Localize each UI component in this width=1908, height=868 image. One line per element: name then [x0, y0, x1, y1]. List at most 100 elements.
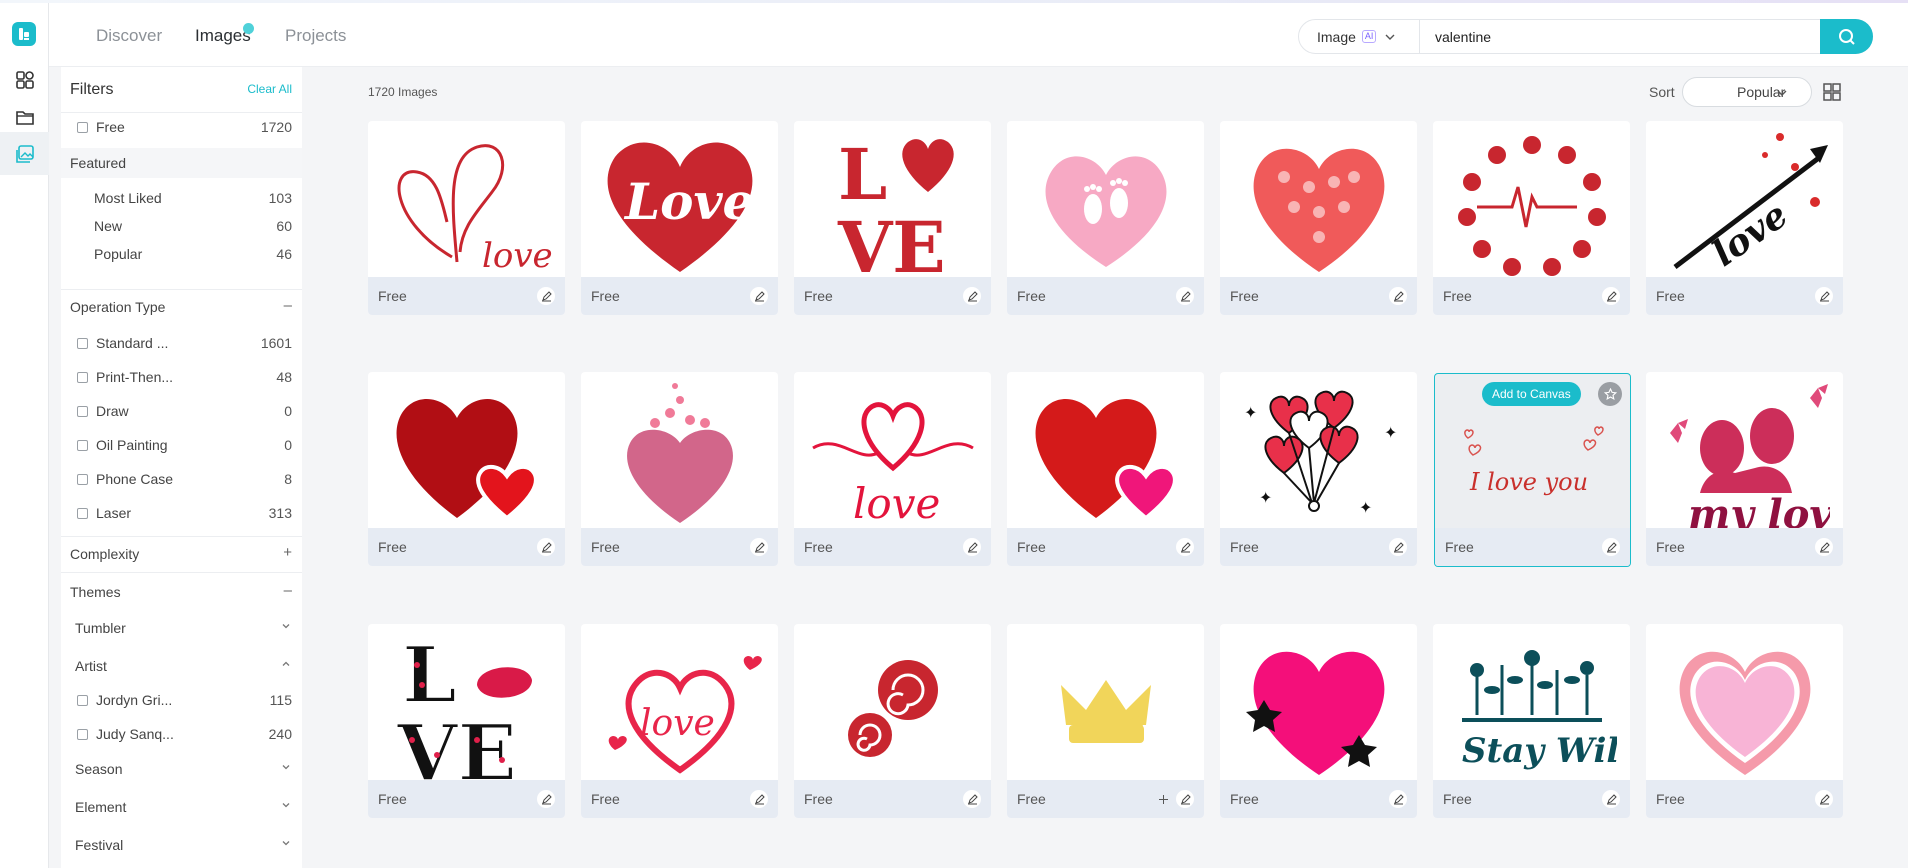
magic-edit-icon[interactable]	[1154, 790, 1172, 808]
collapse-toggle[interactable]: –	[284, 582, 292, 599]
search-button[interactable]	[1820, 19, 1873, 54]
filter-label: Most Liked	[94, 190, 162, 206]
filter-print-then[interactable]: Print-Then... 48	[61, 364, 302, 392]
checkbox[interactable]	[77, 729, 88, 740]
edit-icon[interactable]	[1815, 538, 1833, 556]
image-card[interactable]: Free	[1220, 121, 1417, 315]
edit-icon[interactable]	[1389, 538, 1407, 556]
checkbox[interactable]	[77, 338, 88, 349]
edit-icon[interactable]	[750, 538, 768, 556]
edit-icon[interactable]	[1176, 287, 1194, 305]
theme-festival[interactable]: Festival	[61, 831, 302, 859]
image-card[interactable]: love Free	[1646, 121, 1843, 315]
filter-new[interactable]: New 60	[61, 213, 302, 241]
edit-icon[interactable]	[1815, 790, 1833, 808]
search-type-dropdown[interactable]: Image AI	[1299, 20, 1420, 53]
card-free-label: Free	[1017, 539, 1046, 555]
theme-season[interactable]: Season	[61, 755, 302, 783]
edit-icon[interactable]	[1176, 790, 1194, 808]
checkbox[interactable]	[77, 695, 88, 706]
tab-projects[interactable]: Projects	[285, 26, 346, 46]
card-footer: Free	[1007, 277, 1204, 315]
image-card[interactable]: love Free	[581, 624, 778, 818]
expand-toggle[interactable]: +	[283, 544, 292, 561]
edit-icon[interactable]	[537, 287, 555, 305]
tab-discover[interactable]: Discover	[96, 26, 162, 46]
search-input[interactable]: valentine	[1435, 29, 1491, 45]
filter-label: Draw	[96, 403, 129, 419]
section-complexity[interactable]: Complexity +	[61, 539, 302, 569]
chevron-down-icon	[282, 803, 290, 808]
filter-draw[interactable]: Draw 0	[61, 398, 302, 426]
grid-view-icon[interactable]	[1822, 82, 1842, 102]
checkbox[interactable]	[77, 406, 88, 417]
edit-icon[interactable]	[750, 287, 768, 305]
image-card-hovered[interactable]: I love you Add to Canvas Free	[1434, 373, 1631, 567]
image-card[interactable]: Free	[1220, 624, 1417, 818]
filter-standard[interactable]: Standard ... 1601	[61, 330, 302, 358]
card-image: my love	[1646, 372, 1843, 533]
image-card[interactable]: Free	[1007, 121, 1204, 315]
images-rail-button[interactable]	[0, 132, 49, 175]
svg-text:L: L	[838, 133, 887, 216]
filter-popular[interactable]: Popular 46	[61, 241, 302, 269]
image-card[interactable]: Free	[1007, 624, 1204, 818]
filter-artist-judy[interactable]: Judy Sanq... 240	[61, 721, 302, 749]
image-card[interactable]: ✦ ✦ ✦ ✦ Free	[1220, 372, 1417, 566]
image-card[interactable]: Free	[1646, 624, 1843, 818]
card-image: Stay Wild	[1433, 624, 1630, 785]
edit-icon[interactable]	[537, 538, 555, 556]
filter-free[interactable]: Free 1720	[61, 114, 302, 142]
edit-icon[interactable]	[963, 790, 981, 808]
edit-icon[interactable]	[1389, 790, 1407, 808]
checkbox[interactable]	[77, 474, 88, 485]
filter-laser[interactable]: Laser 313	[61, 500, 302, 528]
image-card[interactable]: love Free	[368, 121, 565, 315]
filter-artist-jordyn[interactable]: Jordyn Gri... 115	[61, 687, 302, 715]
image-card[interactable]: my love Free	[1646, 372, 1843, 566]
filter-label: Print-Then...	[96, 369, 174, 385]
section-themes[interactable]: Themes –	[61, 577, 302, 607]
image-card[interactable]: Free	[794, 624, 991, 818]
theme-element[interactable]: Element	[61, 793, 302, 821]
edit-icon[interactable]	[1176, 538, 1194, 556]
sort-dropdown[interactable]: Popular	[1682, 77, 1812, 107]
checkbox[interactable]	[77, 508, 88, 519]
filter-label: Phone Case	[96, 471, 174, 487]
edit-icon[interactable]	[1602, 790, 1620, 808]
image-card[interactable]: L VE Free	[368, 624, 565, 818]
checkbox[interactable]	[77, 372, 88, 383]
edit-icon[interactable]	[750, 790, 768, 808]
app-logo-icon[interactable]	[12, 22, 36, 46]
edit-icon[interactable]	[963, 538, 981, 556]
image-card[interactable]: Stay Wild Free	[1433, 624, 1630, 818]
image-card[interactable]: Love Free	[581, 121, 778, 315]
theme-artist[interactable]: Artist	[61, 652, 302, 680]
edit-icon[interactable]	[1815, 287, 1833, 305]
collapse-toggle[interactable]: –	[284, 297, 292, 314]
filter-most-liked[interactable]: Most Liked 103	[61, 185, 302, 213]
edit-icon[interactable]	[1389, 287, 1407, 305]
chevron-down-icon	[1777, 90, 1787, 96]
edit-icon[interactable]	[1602, 287, 1620, 305]
image-card[interactable]: Free	[1433, 121, 1630, 315]
image-card[interactable]: love Free	[794, 372, 991, 566]
checkbox[interactable]	[77, 440, 88, 451]
checkbox[interactable]	[77, 122, 88, 133]
section-operation-type[interactable]: Operation Type –	[61, 292, 302, 322]
filter-phone-case[interactable]: Phone Case 8	[61, 466, 302, 494]
filter-label: Standard ...	[96, 335, 169, 351]
edit-icon[interactable]	[963, 287, 981, 305]
clear-all-link[interactable]: Clear All	[247, 82, 292, 96]
theme-tumbler[interactable]: Tumbler	[61, 614, 302, 642]
image-card[interactable]: Free	[581, 372, 778, 566]
edit-icon[interactable]	[1602, 538, 1620, 556]
edit-icon[interactable]	[537, 790, 555, 808]
card-image	[1007, 121, 1204, 282]
favorite-star-icon[interactable]	[1598, 382, 1622, 406]
image-card[interactable]: Free	[368, 372, 565, 566]
add-to-canvas-button[interactable]: Add to Canvas	[1482, 382, 1581, 406]
image-card[interactable]: L VE Free	[794, 121, 991, 315]
filter-oil-painting[interactable]: Oil Painting 0	[61, 432, 302, 460]
image-card[interactable]: Free	[1007, 372, 1204, 566]
